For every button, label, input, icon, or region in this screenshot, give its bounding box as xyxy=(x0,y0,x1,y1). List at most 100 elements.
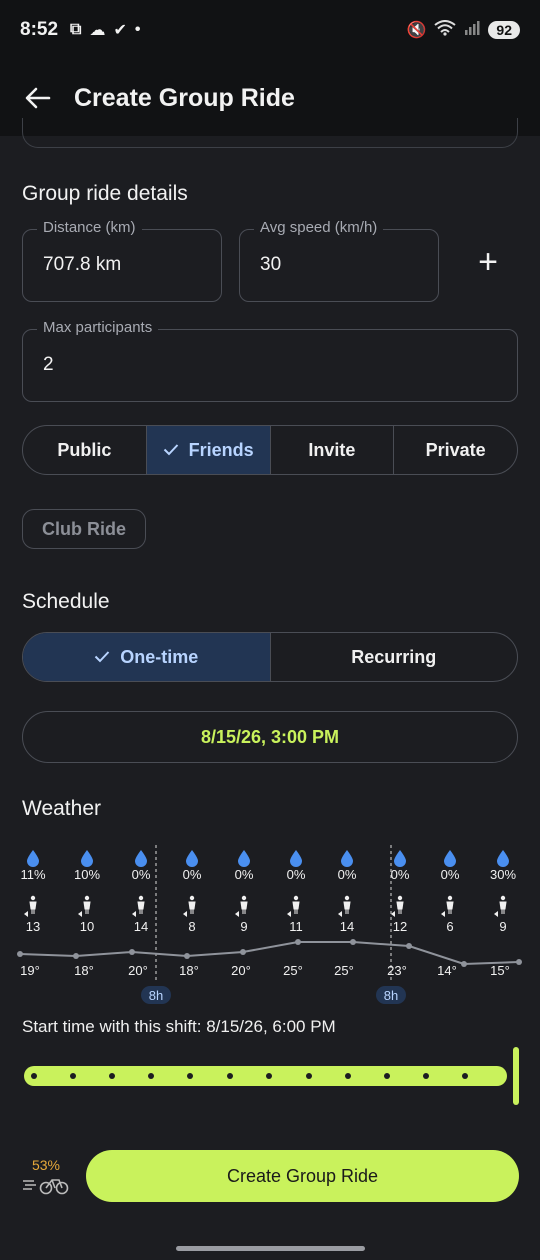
temperature-point xyxy=(17,951,23,957)
wind-arrow-icon xyxy=(441,911,445,917)
slider-tick xyxy=(462,1073,468,1079)
max-participants-field[interactable]: Max participants 2 xyxy=(22,319,518,402)
add-button[interactable]: + xyxy=(466,240,510,284)
rain-drop-icon xyxy=(290,850,302,867)
slider-tick xyxy=(109,1073,115,1079)
visibility-invite[interactable]: Invite xyxy=(269,426,394,474)
cyclist-icon xyxy=(446,895,454,914)
dot-icon: • xyxy=(134,21,141,38)
temperature-label: 19° xyxy=(20,963,40,978)
cyclist-icon xyxy=(83,895,91,914)
cyclist-icon xyxy=(29,895,37,914)
precip-label: 10% xyxy=(74,867,100,882)
cyclist-icon xyxy=(343,895,351,914)
temperature-point xyxy=(129,949,135,955)
page-title: Create Group Ride xyxy=(74,83,295,112)
wind-arrow-icon xyxy=(494,911,498,917)
wind-speed-label: 13 xyxy=(26,919,40,934)
precip-label: 0% xyxy=(391,867,410,882)
start-time-shift-text: Start time with this shift: 8/15/26, 6:0… xyxy=(22,1017,336,1036)
signal-icon xyxy=(464,20,480,41)
wind-arrow-icon xyxy=(24,911,28,917)
cyclist-icon xyxy=(396,895,404,914)
schedule-one-time[interactable]: One-time xyxy=(23,633,270,681)
check-icon xyxy=(94,647,110,668)
wind-arrow-icon xyxy=(287,911,291,917)
wind-speed-label: 8 xyxy=(188,919,195,934)
schedule-recurring[interactable]: Recurring xyxy=(269,633,518,681)
cloud-icon: ☁ xyxy=(89,22,106,39)
precip-label: 11% xyxy=(20,867,45,882)
slider-tick xyxy=(306,1073,312,1079)
slider-tick xyxy=(187,1073,193,1079)
status-time: 8:52 xyxy=(20,19,59,40)
effort-percent: 53% xyxy=(31,1157,61,1173)
cyclist-icon xyxy=(188,895,196,914)
back-arrow-icon[interactable] xyxy=(14,74,62,122)
wind-speed-label: 12 xyxy=(393,919,407,934)
weather-title: Weather xyxy=(22,797,101,820)
home-indicator xyxy=(176,1246,365,1251)
wind-arrow-icon xyxy=(78,911,82,917)
time-shift-slider-thumb[interactable] xyxy=(513,1047,519,1105)
slider-tick xyxy=(70,1073,76,1079)
weather-forecast-chart: 11% 13 19° 10% 10 18° 0% 14 20° 0% 8 18° 0% 9 20° 0% 11 2… xyxy=(17,845,522,1004)
visibility-private[interactable]: Private xyxy=(393,426,517,474)
temperature-label: 15° xyxy=(490,963,510,978)
rain-drop-icon xyxy=(341,850,353,867)
precip-label: 0% xyxy=(338,867,357,882)
start-datetime-button[interactable]: 8/15/26, 3:00 PM xyxy=(22,711,518,763)
max-participants-label: Max participants xyxy=(37,319,159,336)
wind-speed-label: 9 xyxy=(240,919,247,934)
temperature-point xyxy=(461,961,467,967)
temperature-point xyxy=(406,943,412,949)
screenshot-icon: ⧉ xyxy=(70,21,82,38)
temperature-label: 20° xyxy=(128,963,148,978)
slider-tick xyxy=(423,1073,429,1079)
temperature-point xyxy=(184,953,190,959)
check-icon: ✔ xyxy=(113,22,127,39)
wind-speed-label: 14 xyxy=(134,919,148,934)
temperature-label: 23° xyxy=(387,963,407,978)
wifi-icon xyxy=(434,19,457,41)
wind-arrow-icon xyxy=(338,911,342,917)
avg-speed-value: 30 xyxy=(260,254,282,275)
distance-label: Distance (km) xyxy=(37,219,142,236)
temperature-point xyxy=(350,939,356,945)
precip-label: 30% xyxy=(490,867,516,882)
slider-tick xyxy=(266,1073,272,1079)
wind-arrow-icon xyxy=(235,911,239,917)
wind-speed-label: 9 xyxy=(499,919,506,934)
temperature-label: 25° xyxy=(283,963,303,978)
wind-bike-icon xyxy=(23,1179,69,1195)
visibility-public[interactable]: Public xyxy=(23,426,146,474)
avg-speed-field[interactable]: Avg speed (km/h) 30 xyxy=(239,219,439,302)
rain-drop-icon xyxy=(444,850,456,867)
distance-field[interactable]: Distance (km) 707.8 km xyxy=(22,219,222,302)
wind-speed-label: 14 xyxy=(340,919,354,934)
rain-drop-icon xyxy=(81,850,93,867)
avg-speed-label: Avg speed (km/h) xyxy=(254,219,384,236)
precip-label: 0% xyxy=(235,867,254,882)
temperature-label: 18° xyxy=(74,963,94,978)
slider-tick xyxy=(227,1073,233,1079)
club-ride-chip[interactable]: Club Ride xyxy=(22,509,146,549)
cyclist-icon xyxy=(137,895,145,914)
battery-indicator: 92 xyxy=(488,21,520,39)
create-group-ride-button[interactable]: Create Group Ride xyxy=(86,1150,519,1202)
scrolled-card-edge xyxy=(22,118,518,148)
rain-drop-icon xyxy=(238,850,250,867)
temperature-label: 18° xyxy=(179,963,199,978)
rain-drop-icon xyxy=(27,850,39,867)
rain-drop-icon xyxy=(497,850,509,867)
cyclist-icon xyxy=(499,895,507,914)
slider-tick xyxy=(345,1073,351,1079)
visibility-selector: Public Friends Invite Private xyxy=(22,425,518,475)
group-ride-details-title: Group ride details xyxy=(22,182,188,205)
temperature-label: 20° xyxy=(231,963,251,978)
precip-label: 0% xyxy=(132,867,151,882)
visibility-friends[interactable]: Friends xyxy=(145,426,270,474)
time-shift-slider[interactable] xyxy=(24,1066,507,1086)
wind-speed-label: 6 xyxy=(446,919,453,934)
check-icon xyxy=(163,440,179,461)
